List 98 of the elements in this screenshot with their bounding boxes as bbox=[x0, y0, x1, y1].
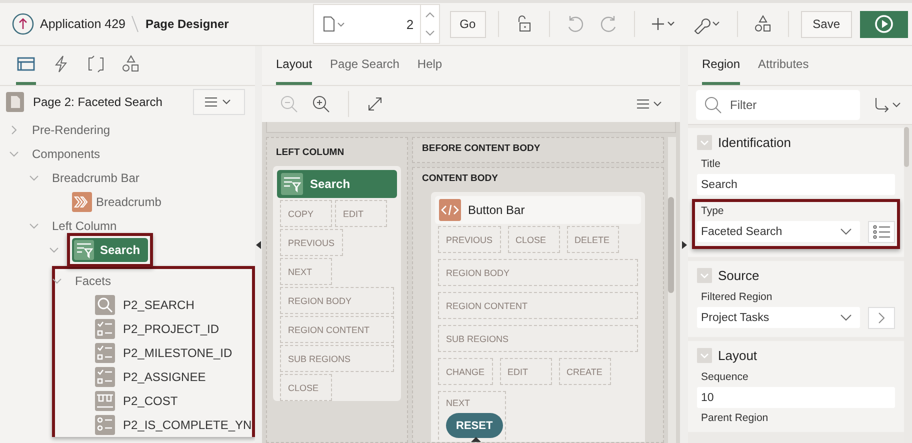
region-title: Search bbox=[310, 177, 350, 191]
section-title: Source bbox=[718, 268, 760, 282]
page-caret-icon bbox=[322, 16, 346, 32]
tree-item[interactable]: Breadcrumb bbox=[96, 194, 166, 210]
list-button[interactable] bbox=[868, 221, 895, 243]
column-title: CONTENT BODY bbox=[421, 172, 499, 186]
checkbox-item-icon bbox=[95, 319, 115, 339]
drop-slot[interactable]: PREVIOUS bbox=[438, 226, 501, 253]
drop-slot[interactable]: CHANGE bbox=[438, 358, 493, 385]
select-field[interactable]: Project Tasks bbox=[697, 307, 860, 328]
panel-tab[interactable]: Layout bbox=[276, 46, 312, 85]
drop-slot[interactable]: REGION CONTENT bbox=[438, 292, 638, 319]
list-icon bbox=[872, 225, 890, 239]
run-button[interactable] bbox=[860, 10, 908, 38]
section-title: Identification bbox=[718, 134, 791, 150]
drop-slot[interactable]: CLOSE bbox=[280, 374, 332, 401]
column-title: BEFORE CONTENT BODY bbox=[421, 142, 542, 156]
section-title: Layout bbox=[718, 348, 758, 362]
field-label: Sequence bbox=[700, 371, 750, 383]
go-to-button[interactable] bbox=[868, 307, 895, 329]
search-icon bbox=[704, 96, 722, 114]
selected-tree-item[interactable]: Search bbox=[72, 238, 148, 262]
drop-slot[interactable]: PREVIOUS bbox=[280, 229, 343, 256]
select-field[interactable]: Faceted Search bbox=[697, 221, 860, 242]
expand-icon[interactable] bbox=[367, 96, 383, 112]
page-node[interactable]: Page 2: Faceted Search bbox=[33, 95, 184, 109]
checkbox-item-icon bbox=[95, 367, 115, 387]
drop-slot[interactable]: CLOSE bbox=[508, 226, 560, 253]
tree-item[interactable]: Breadcrumb Bar bbox=[52, 170, 144, 186]
play-icon bbox=[874, 14, 894, 34]
drop-slot[interactable]: COPY bbox=[280, 200, 332, 227]
filter-table-icon bbox=[74, 240, 94, 260]
drop-slot[interactable]: NEXT RESET bbox=[438, 391, 506, 442]
button-bar-region-header[interactable]: Button Bar bbox=[435, 196, 641, 224]
filter-table-icon bbox=[281, 173, 303, 195]
field-label: Parent Region bbox=[700, 412, 770, 424]
field-label: Type bbox=[700, 205, 725, 217]
drop-slot[interactable]: CREATE bbox=[558, 358, 611, 385]
save-button[interactable]: Save bbox=[800, 10, 852, 38]
panel-tab[interactable]: Region bbox=[702, 46, 740, 85]
panel-tab[interactable]: Help bbox=[417, 46, 442, 85]
breadcrumb-separator-icon bbox=[131, 15, 140, 33]
caret-icon bbox=[840, 314, 852, 322]
reset-button[interactable]: RESET bbox=[446, 413, 503, 438]
drop-slot[interactable]: EDIT bbox=[335, 200, 387, 227]
drop-slot[interactable]: SUB REGIONS bbox=[280, 345, 394, 372]
drop-slot[interactable]: REGION CONTENT bbox=[280, 316, 394, 343]
text-field[interactable]: Search bbox=[697, 174, 895, 195]
code-icon bbox=[439, 199, 461, 221]
tree-item[interactable]: P2_IS_COMPLETE_YN bbox=[123, 418, 252, 432]
tree-item[interactable]: P2_SEARCH bbox=[123, 298, 194, 312]
field-label: Title bbox=[700, 158, 722, 170]
range-item-icon bbox=[95, 391, 115, 411]
drop-slot[interactable]: DELETE bbox=[566, 226, 619, 253]
tree-menu-button[interactable] bbox=[193, 89, 245, 115]
tree-item[interactable]: P2_MILESTONE_ID bbox=[123, 346, 232, 360]
drop-slot[interactable]: NEXT bbox=[280, 258, 332, 285]
tree-item[interactable]: Left Column bbox=[52, 218, 121, 234]
panel-tab[interactable]: Page Search bbox=[330, 46, 400, 85]
node-label: Search bbox=[100, 243, 140, 257]
collapse-toggle-icon[interactable] bbox=[697, 268, 712, 282]
radio-item-icon bbox=[95, 415, 115, 435]
tree-item[interactable]: Facets bbox=[75, 274, 112, 288]
tree-item[interactable]: P2_ASSIGNEE bbox=[123, 370, 206, 384]
region-title: Button Bar bbox=[468, 203, 525, 217]
caret-icon bbox=[840, 228, 852, 236]
drop-slot[interactable]: EDIT bbox=[500, 358, 552, 385]
drop-slot[interactable]: SUB REGIONS bbox=[438, 325, 638, 352]
filter-field[interactable]: Filter bbox=[696, 90, 860, 120]
tree-item[interactable]: Pre-Rendering bbox=[32, 122, 114, 138]
collapse-toggle-icon[interactable] bbox=[697, 134, 712, 150]
collapse-toggle-icon[interactable] bbox=[697, 348, 712, 362]
app-home-icon[interactable] bbox=[12, 13, 34, 35]
text-field[interactable]: 10 bbox=[697, 387, 895, 408]
tree-item[interactable]: Components bbox=[32, 146, 104, 162]
layout-icon bbox=[16, 55, 36, 73]
panel-tab[interactable]: Attributes bbox=[758, 46, 809, 85]
breadcrumb-item-icon bbox=[72, 192, 92, 212]
search-region-header[interactable]: Search bbox=[277, 170, 397, 198]
shapes-icon[interactable] bbox=[752, 14, 773, 34]
zoom-in-icon[interactable] bbox=[312, 95, 330, 113]
bracket-arrows-icon bbox=[86, 55, 106, 73]
chevron-right-icon bbox=[878, 312, 886, 324]
search-item-icon bbox=[95, 295, 115, 315]
application-link[interactable]: Application 429 bbox=[40, 17, 126, 31]
tree-item[interactable]: P2_COST bbox=[123, 394, 178, 408]
field-label: Filtered Region bbox=[700, 291, 774, 303]
drop-slot[interactable]: REGION BODY bbox=[280, 287, 394, 314]
tree-item[interactable]: P2_PROJECT_ID bbox=[123, 322, 220, 336]
column-title: LEFT COLUMN bbox=[275, 146, 346, 160]
slot-label: NEXT bbox=[446, 398, 470, 408]
go-button[interactable]: Go bbox=[450, 10, 486, 38]
page-title: Page Designer bbox=[145, 17, 229, 31]
drop-slot[interactable]: REGION BODY bbox=[438, 259, 638, 286]
checkbox-item-icon bbox=[95, 343, 115, 363]
page-icon bbox=[6, 92, 24, 112]
page-number-field[interactable]: 2 bbox=[354, 16, 420, 32]
shapes-icon bbox=[121, 55, 141, 73]
